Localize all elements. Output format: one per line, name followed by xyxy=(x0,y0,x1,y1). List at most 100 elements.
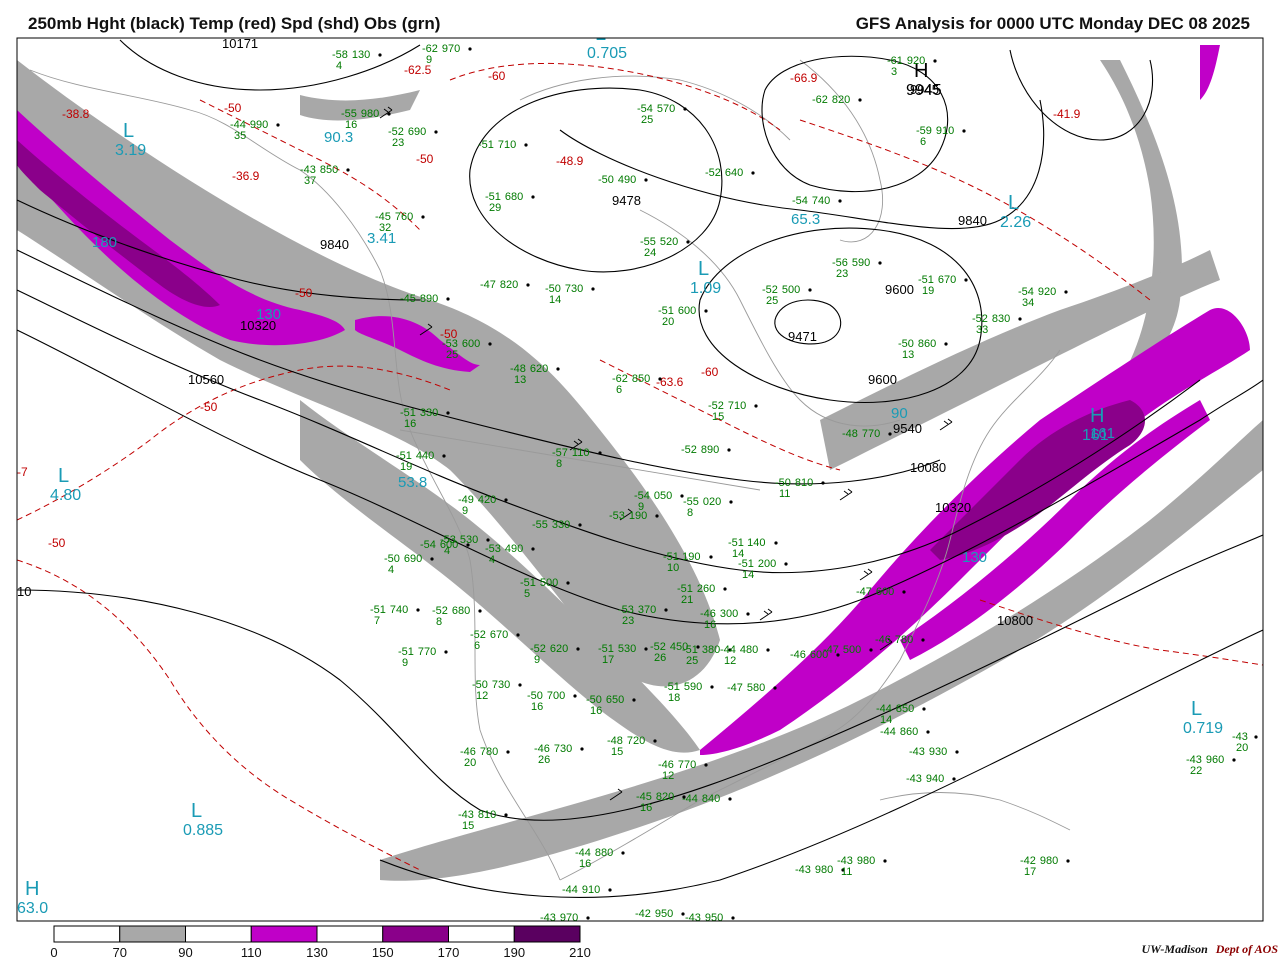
station-temp-height: -43 xyxy=(540,912,556,924)
pressure-center-value: 1.09 xyxy=(690,280,721,297)
station-dot xyxy=(664,608,668,612)
station-height: 920 xyxy=(907,55,925,67)
station-dot xyxy=(446,411,450,415)
station-observation: -43 980 xyxy=(795,864,833,876)
pressure-center-letter: L xyxy=(1008,192,1019,214)
temperature-label: -41.9 xyxy=(1053,107,1081,121)
speed-max-label: 65.3 xyxy=(791,211,820,228)
station-dot xyxy=(387,112,391,116)
station-dot xyxy=(883,859,887,863)
station-height: 050 xyxy=(654,490,672,502)
station-dewpoint-depression: 16 xyxy=(345,119,357,131)
station-height: 850 xyxy=(320,164,338,176)
speed-max-label: 161 xyxy=(1090,425,1115,442)
station-dot xyxy=(962,129,966,133)
station-dewpoint-depression: 25 xyxy=(766,295,778,307)
station-temp-height: -43 xyxy=(685,912,701,924)
pressure-center-value: 4.80 xyxy=(50,487,81,504)
station-dewpoint-depression: 5 xyxy=(524,588,530,600)
station-height: 700 xyxy=(547,690,565,702)
height-label: 10080 xyxy=(910,460,946,475)
station-observation: -46 780 xyxy=(875,634,913,646)
station-dot xyxy=(486,538,490,542)
station-dot xyxy=(421,215,425,219)
station-height: 200 xyxy=(758,558,776,570)
station-dot xyxy=(709,555,713,559)
height-label: 9478 xyxy=(612,193,641,208)
height-label: 9600 xyxy=(885,282,914,297)
station-height: 810 xyxy=(795,477,813,489)
station-dewpoint-depression: 25 xyxy=(686,655,698,667)
station-dot xyxy=(838,199,842,203)
station-temp-height: -50 xyxy=(598,174,614,186)
pressure-center-letter: L xyxy=(123,120,134,142)
station-dot xyxy=(416,608,420,612)
station-dewpoint-depression: 6 xyxy=(474,640,480,652)
station-dot xyxy=(531,195,535,199)
station-observation: -44 910 xyxy=(562,884,600,896)
height-label: 10800 xyxy=(997,613,1033,628)
station-observation: -48 770 xyxy=(842,428,880,440)
station-dot xyxy=(526,283,530,287)
station-height: 530 xyxy=(618,643,636,655)
station-temp-height: -62 xyxy=(812,94,828,106)
credit-org: UW-Madison xyxy=(1141,942,1208,956)
station-dot xyxy=(658,377,662,381)
legend-bin xyxy=(448,925,515,943)
station-dewpoint-depression: 16 xyxy=(579,858,591,870)
station-dot xyxy=(686,240,690,244)
speed-max-label: 53.8 xyxy=(398,474,427,491)
pressure-center-letter: L xyxy=(1191,698,1202,720)
station-height: 420 xyxy=(478,494,496,506)
station-temp-height: -46 xyxy=(875,634,891,646)
station-dot xyxy=(955,750,959,754)
pressure-center-value: 0.705 xyxy=(587,45,627,62)
height-label: 9600 xyxy=(868,372,897,387)
station-observation: -43 930 xyxy=(909,746,947,758)
station-dewpoint-depression: 13 xyxy=(902,349,914,361)
station-dot xyxy=(621,851,625,855)
height-contour-9478-low xyxy=(469,87,723,273)
station-dot xyxy=(933,59,937,63)
station-height: 130 xyxy=(352,49,370,61)
station-dewpoint-depression: 15 xyxy=(712,411,724,423)
station-dewpoint-depression: 21 xyxy=(681,594,693,606)
station-dewpoint-depression: 12 xyxy=(724,655,736,667)
station-dot xyxy=(442,454,446,458)
station-height: 740 xyxy=(812,195,830,207)
station-dewpoint-depression: 8 xyxy=(556,458,562,470)
station-temp-height: -47 xyxy=(480,279,496,291)
temperature-label: -7 xyxy=(17,465,28,479)
legend-tick-label: 190 xyxy=(503,945,525,960)
station-height: 980 xyxy=(857,855,875,867)
station-dot xyxy=(556,367,560,371)
station-dot xyxy=(888,432,892,436)
station-dot xyxy=(1018,317,1022,321)
station-dot xyxy=(821,481,825,485)
temperature-label: -50 xyxy=(416,152,434,166)
station-dewpoint-depression: 11 xyxy=(841,866,852,878)
station-height: 730 xyxy=(492,679,510,691)
station-dot xyxy=(754,404,758,408)
temperature-label: -38.8 xyxy=(62,107,90,121)
station-height: 910 xyxy=(582,884,600,896)
station-observation: -47 820 xyxy=(480,279,518,291)
station-dot xyxy=(468,47,472,51)
height-label: 9540 xyxy=(893,421,922,436)
speed-max-label: 90.3 xyxy=(324,129,353,146)
station-dewpoint-depression: 3 xyxy=(891,66,897,78)
station-height: 710 xyxy=(498,139,516,151)
station-dewpoint-depression: 7 xyxy=(374,615,380,627)
station-height: 950 xyxy=(655,908,673,920)
station-temp-height: -43 xyxy=(795,864,811,876)
pressure-center-letter: L xyxy=(698,258,709,280)
station-dewpoint-depression: 26 xyxy=(538,754,550,766)
station-dot xyxy=(531,547,535,551)
weather-map: 1017199459478984098409600947196009540100… xyxy=(16,37,1264,960)
station-dot xyxy=(598,451,602,455)
station-dot xyxy=(591,287,595,291)
station-height: 480 xyxy=(740,644,758,656)
speed-max-label: 130 xyxy=(962,549,987,566)
station-height: 690 xyxy=(408,126,426,138)
station-height: 620 xyxy=(550,643,568,655)
